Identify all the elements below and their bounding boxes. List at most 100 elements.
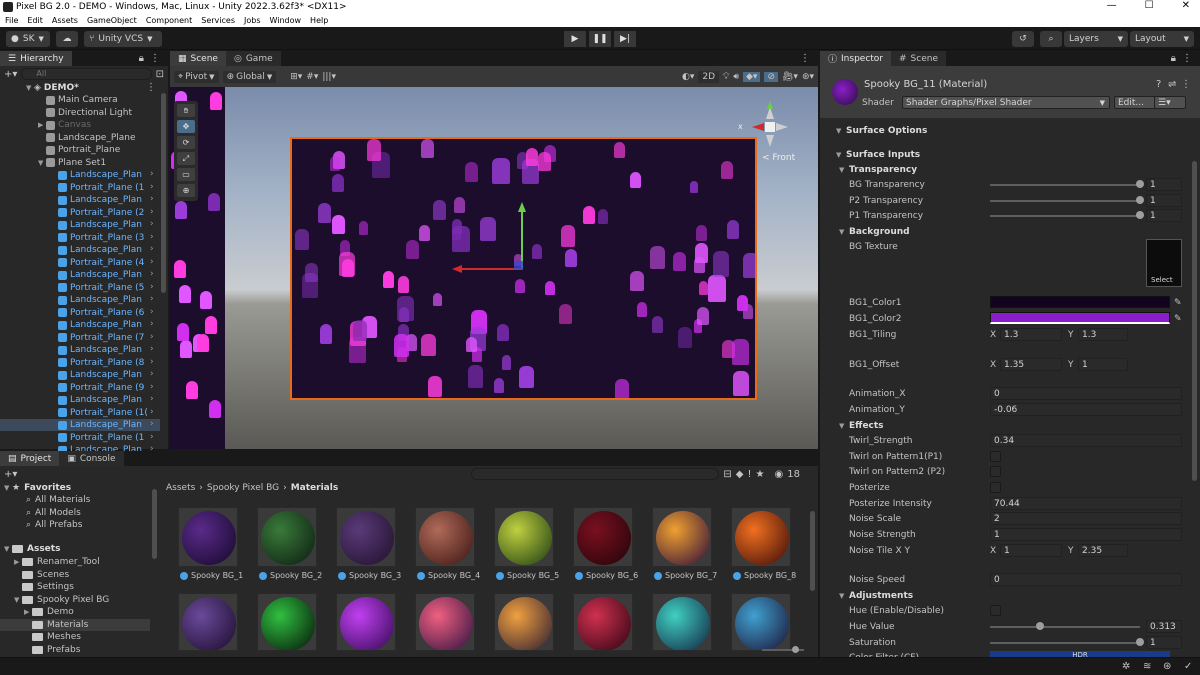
p2-transparency-field[interactable]: 1: [1146, 194, 1182, 207]
material-thumbnail[interactable]: [415, 593, 475, 651]
bg1-color1-swatch[interactable]: [990, 296, 1170, 308]
slider-knob[interactable]: [1136, 638, 1144, 646]
more-icon[interactable]: ⋮: [150, 53, 160, 64]
hierarchy-item[interactable]: Portrait_Plane (8: [58, 357, 144, 369]
chevron-right-icon[interactable]: ›: [150, 432, 154, 442]
menu-file[interactable]: File: [5, 16, 18, 25]
step-button[interactable]: ▶|: [614, 31, 636, 47]
audio-icon[interactable]: 🔊︎: [733, 72, 739, 82]
twirl-p1-checkbox[interactable]: [990, 451, 1001, 462]
saturation-slider[interactable]: [990, 638, 1144, 646]
hierarchy-item[interactable]: Landscape_Plan: [58, 369, 142, 381]
hierarchy-item[interactable]: Portrait_Plane (4: [58, 257, 144, 269]
hierarchy-item[interactable]: Portrait_Plane (1: [58, 182, 144, 194]
hue-value-slider[interactable]: [990, 622, 1140, 630]
hierarchy-item[interactable]: Landscape_Plan: [58, 294, 142, 306]
scene-viewport[interactable]: ✋︎ ✥ ⟳ ⤢ ▭ ⊕ x < Front: [170, 87, 818, 449]
surface-inputs-foldout[interactable]: ▼ Surface Inputs: [820, 147, 1200, 162]
expand-arrow-icon[interactable]: ▼: [4, 484, 12, 492]
expand-arrow-icon[interactable]: ▼: [4, 545, 12, 553]
chevron-right-icon[interactable]: ›: [150, 207, 154, 217]
chevron-right-icon[interactable]: ›: [150, 269, 154, 279]
p1-transparency-field[interactable]: 1: [1146, 209, 1182, 222]
animation-x-field[interactable]: 0: [990, 387, 1182, 400]
cloud-button[interactable]: ☁: [56, 31, 78, 47]
visibility-icon[interactable]: ◉: [774, 469, 783, 480]
pause-button[interactable]: ❚❚: [589, 31, 611, 47]
expand-arrow-icon[interactable]: ▼: [26, 84, 34, 92]
bg1-color2-swatch[interactable]: [990, 312, 1170, 324]
material-thumbnail[interactable]: [652, 507, 712, 567]
increment-snap-icon[interactable]: |||▾: [322, 72, 336, 82]
hierarchy-item[interactable]: Portrait_Plane (3: [58, 232, 144, 244]
shader-edit-button[interactable]: Edit...: [1114, 96, 1158, 109]
expand-arrow-icon[interactable]: ▶: [14, 558, 22, 566]
hierarchy-scrollbar[interactable]: [161, 93, 166, 293]
chevron-right-icon[interactable]: ›: [150, 332, 154, 342]
menu-edit[interactable]: Edit: [27, 16, 43, 25]
add-icon[interactable]: +▾: [4, 69, 17, 80]
material-thumbnail[interactable]: [731, 507, 791, 567]
hierarchy-item[interactable]: Portrait_Plane (1: [58, 432, 144, 444]
chevron-right-icon[interactable]: ›: [150, 294, 154, 304]
bg1-tiling-y-field[interactable]: 1.3: [1078, 328, 1128, 341]
p2-transparency-slider[interactable]: [990, 196, 1144, 204]
favorite-icon[interactable]: ★: [756, 469, 765, 480]
hierarchy-item[interactable]: Landscape_Plan: [58, 344, 142, 356]
close-button[interactable]: ✕: [1182, 0, 1190, 11]
grid-icon[interactable]: #▾: [306, 72, 318, 82]
asset-folder[interactable]: ▼ Spooky Pixel BG: [14, 594, 109, 606]
favorite-item[interactable]: ⌕ All Models: [26, 507, 81, 519]
material-thumbnail[interactable]: [336, 593, 396, 651]
check-icon[interactable]: ✓: [1184, 661, 1192, 672]
thumbnail-size-knob[interactable]: [792, 646, 799, 653]
foldout-arrow-icon[interactable]: ▼: [836, 127, 841, 135]
chevron-right-icon[interactable]: ›: [150, 232, 154, 242]
chevron-right-icon[interactable]: ›: [150, 244, 154, 254]
breadcrumb-spooky[interactable]: Spooky Pixel BG: [207, 483, 279, 493]
chevron-right-icon[interactable]: ›: [150, 257, 154, 267]
slider-knob[interactable]: [1035, 622, 1044, 630]
hierarchy-item[interactable]: Portrait_Plane (5: [58, 282, 144, 294]
noise-tile-x-field[interactable]: 1: [1000, 544, 1062, 557]
shading-mode-icon[interactable]: ◐▾: [682, 72, 694, 82]
hierarchy-item[interactable]: Landscape_Plan: [58, 319, 142, 331]
surface-options-foldout[interactable]: ▼ Surface Options: [820, 123, 1200, 138]
twirl-p2-checkbox[interactable]: [990, 466, 1001, 477]
move-gizmo[interactable]: [448, 199, 528, 279]
bg1-offset-y-field[interactable]: 1: [1078, 358, 1128, 371]
chevron-right-icon[interactable]: ›: [150, 219, 154, 229]
material-thumbnail[interactable]: [257, 507, 317, 567]
texture-select-button[interactable]: Select: [1151, 276, 1173, 284]
rotate-tool-icon[interactable]: ⟳: [177, 136, 195, 149]
chevron-right-icon[interactable]: ›: [150, 182, 154, 192]
asset-folder[interactable]: Prefabs: [24, 644, 80, 656]
transform-tool-icon[interactable]: ⊕: [177, 184, 195, 197]
tab-game[interactable]: ◎ Game: [225, 51, 281, 66]
eyedropper-icon[interactable]: ✎: [1174, 314, 1182, 324]
expand-arrow-icon[interactable]: ▶: [24, 608, 32, 616]
assets-folder[interactable]: ▼ Assets: [4, 543, 60, 555]
expand-arrow-icon[interactable]: ▶: [38, 121, 46, 129]
slider-knob[interactable]: [1136, 211, 1144, 219]
asset-folder[interactable]: Materials: [0, 618, 150, 631]
foldout-arrow-icon[interactable]: ▼: [839, 422, 844, 430]
hidden-objects-icon[interactable]: ⊘: [764, 71, 778, 82]
bg1-offset-x-field[interactable]: 1.35: [1000, 358, 1062, 371]
lock-icon[interactable]: 🔒︎: [1171, 53, 1176, 64]
hue-value-field[interactable]: 0.313: [1146, 620, 1182, 633]
hierarchy-item[interactable]: Landscape_Plan: [58, 394, 142, 406]
thumbnail-size-slider[interactable]: [762, 646, 804, 653]
effects-foldout[interactable]: ▼ Effects: [820, 418, 1200, 433]
chevron-right-icon[interactable]: ›: [150, 194, 154, 204]
chevron-right-icon[interactable]: ›: [150, 394, 154, 404]
orientation-gizmo[interactable]: x < Front: [738, 97, 800, 163]
lock-icon[interactable]: 🔒︎: [139, 53, 144, 64]
asset-folder[interactable]: Settings: [14, 581, 74, 593]
animation-y-field[interactable]: -0.06: [990, 403, 1182, 416]
favorite-item[interactable]: ⌕ All Materials: [26, 494, 90, 506]
network-icon[interactable]: ⊛: [1163, 661, 1171, 672]
expand-arrow-icon[interactable]: ▼: [14, 596, 22, 604]
asset-folder[interactable]: Scenes: [14, 569, 69, 581]
layers-dropdown[interactable]: Layers ▼: [1064, 31, 1128, 47]
